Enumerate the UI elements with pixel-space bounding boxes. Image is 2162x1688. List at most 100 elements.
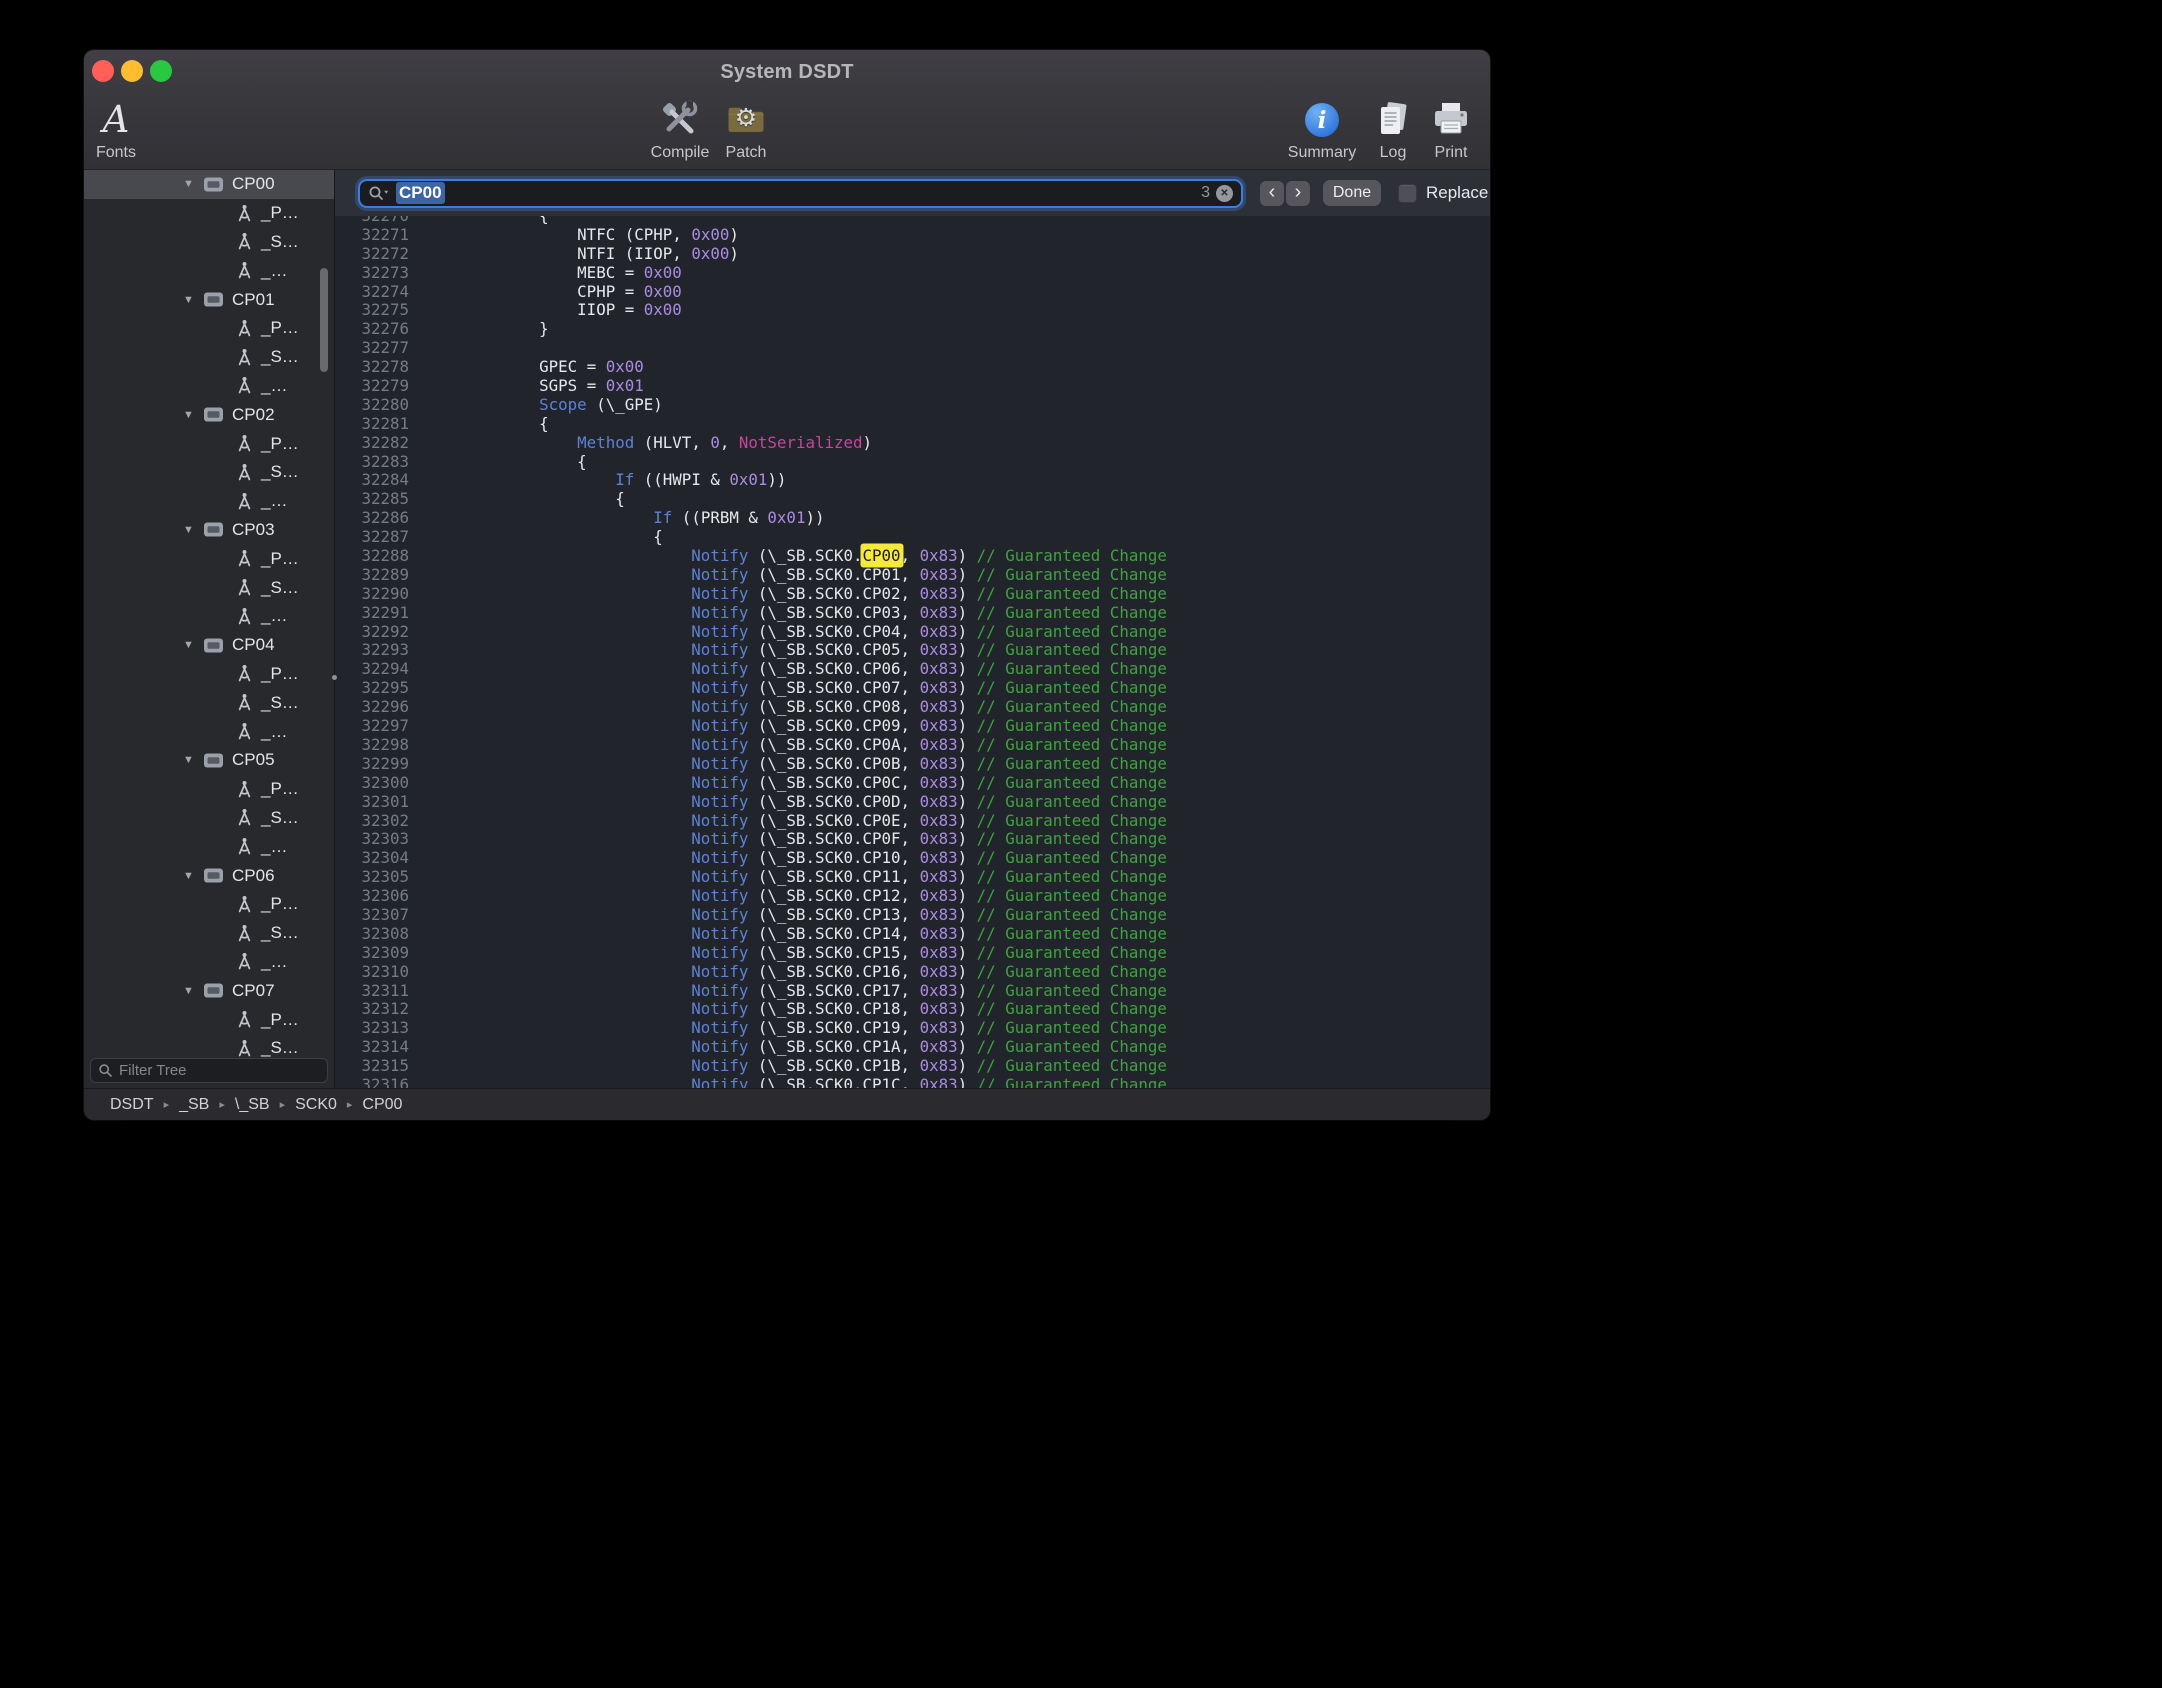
tree-item-_[interactable]: _… [84,832,334,861]
find-next-button[interactable]: › [1286,181,1310,206]
tree-item-_[interactable]: _… [84,717,334,746]
tree-item-cp01[interactable]: ▼CP01 [84,285,334,314]
scope-icon [203,406,224,423]
code-line: 32274 CPHP = 0x00 [335,283,1490,302]
tree-item-_s[interactable]: _S… [84,343,334,372]
tree-item-_s[interactable]: _S… [84,688,334,717]
disclosure-triangle-icon[interactable]: ▼ [182,870,195,882]
tree-item-cp07[interactable]: ▼CP07 [84,976,334,1005]
replace-checkbox[interactable] [1398,184,1417,203]
line-number: 32315 [335,1057,409,1076]
clear-search-button[interactable]: ✕ [1216,185,1233,202]
summary-button[interactable]: i Summary [1290,96,1354,162]
compass-icon [236,895,253,914]
breadcrumb-item[interactable]: \_SB [235,1096,270,1114]
tree-item-_s[interactable]: _S… [84,919,334,948]
code-token: NotSerialized [739,433,863,452]
tree-item-cp00[interactable]: ▼CP00 [84,170,334,199]
code-line: 32313 Notify (\_SB.SCK0.CP19, 0x83) // G… [335,1019,1490,1038]
tree-item-_[interactable]: _… [84,948,334,977]
find-previous-button[interactable]: ‹ [1260,181,1284,206]
tree-item-cp02[interactable]: ▼CP02 [84,400,334,429]
tree-item-_s[interactable]: _S… [84,458,334,487]
code-token: (\_SB.SCK0.CP1C, [748,1075,919,1088]
tree-item-cp03[interactable]: ▼CP03 [84,516,334,545]
tree-item-_[interactable]: _… [84,372,334,401]
code-token: 0x00 [606,357,644,376]
tree-item-_p[interactable]: _P… [84,199,334,228]
disclosure-triangle-icon[interactable]: ▼ [182,178,195,190]
code-line: 32275 IIOP = 0x00 [335,301,1490,320]
disclosure-triangle-icon[interactable]: ▼ [182,409,195,421]
disclosure-triangle-icon[interactable]: ▼ [182,639,195,651]
tree-item-_s[interactable]: _S… [84,804,334,833]
breadcrumb-item[interactable]: SCK0 [295,1096,337,1114]
breadcrumb-item[interactable]: _SB [179,1096,209,1114]
filter-tree-field[interactable]: Filter Tree [90,1058,328,1083]
title-bar[interactable]: System DSDT [84,50,1490,94]
code-editor[interactable]: 32270 {32271 NTFC (CPHP, 0x00)32272 NTFI… [335,216,1490,1088]
log-button[interactable]: Log [1361,96,1425,162]
code-token: ) [958,546,977,565]
disclosure-triangle-icon[interactable]: ▼ [182,985,195,997]
disclosure-triangle-icon[interactable]: ▼ [182,524,195,536]
code-text: Notify (\_SB.SCK0.CP15, 0x83) // Guarant… [409,944,1167,963]
code-token: // Guaranteed Change [977,886,1167,905]
compass-icon [236,808,253,827]
tree-item-_s[interactable]: _S… [84,228,334,257]
patch-button[interactable]: ⚙ Patch [714,96,778,162]
code-text: CPHP = 0x00 [409,283,682,302]
tree-item-_p[interactable]: _P… [84,775,334,804]
disclosure-triangle-icon[interactable]: ▼ [182,754,195,766]
tree-item-_p[interactable]: _P… [84,314,334,343]
tree-item-cp06[interactable]: ▼CP06 [84,861,334,890]
tree-item-label: _S… [261,808,299,828]
code-line: 32294 Notify (\_SB.SCK0.CP06, 0x83) // G… [335,660,1490,679]
code-token: Notify [691,811,748,830]
tree-item-_s[interactable]: _S… [84,573,334,602]
line-number: 32284 [335,471,409,490]
tree-item-_[interactable]: _… [84,256,334,285]
tree-item-_p[interactable]: _P… [84,429,334,458]
search-input[interactable]: CP00 [396,182,445,204]
code-token: 0x83 [920,962,958,981]
code-token: Notify [691,905,748,924]
code-token: 0x83 [920,584,958,603]
tree-item-_[interactable]: _… [84,487,334,516]
code-token: 0x83 [920,1018,958,1037]
code-token: MEBC = [577,263,644,282]
tree-item-cp05[interactable]: ▼CP05 [84,746,334,775]
line-number: 32275 [335,301,409,320]
done-button[interactable]: Done [1323,180,1381,206]
disclosure-triangle-icon[interactable]: ▼ [182,294,195,306]
fonts-button[interactable]: A Fonts [84,96,148,162]
tree-item-_p[interactable]: _P… [84,544,334,573]
code-token: CPHP = [577,282,644,301]
tree-item-label: _… [261,837,287,857]
line-number: 32299 [335,755,409,774]
code-token: Notify [691,999,748,1018]
print-button[interactable]: Print [1419,96,1483,162]
code-token: Notify [691,1075,748,1088]
tree-item-_p[interactable]: _P… [84,1005,334,1034]
line-number: 32286 [335,509,409,528]
tree-item-_p[interactable]: _P… [84,890,334,919]
code-token: 0x83 [920,905,958,924]
compile-button[interactable]: Compile [648,96,712,162]
code-text: SGPS = 0x01 [409,377,644,396]
tree-item-_[interactable]: _… [84,602,334,631]
breadcrumb-item[interactable]: CP00 [362,1096,402,1114]
editor-pane: CP00 3 ✕ ‹ › Done Replace 32270 {32271 [335,170,1490,1088]
sidebar-scrollbar-thumb[interactable] [320,268,328,372]
tree-item-_p[interactable]: _P… [84,660,334,689]
code-token: 0x00 [691,225,729,244]
tree-item-label: _S… [261,232,299,252]
tree-item-label: _P… [261,434,299,454]
tree-item-cp04[interactable]: ▼CP04 [84,631,334,660]
filter-tree-placeholder: Filter Tree [119,1062,187,1079]
code-text: Notify (\_SB.SCK0.CP12, 0x83) // Guarant… [409,887,1167,906]
code-token: ) [729,244,739,263]
breadcrumb-item[interactable]: DSDT [110,1096,154,1114]
search-field[interactable]: CP00 3 ✕ [358,179,1243,208]
code-line: 32316 Notify (\_SB.SCK0.CP1C, 0x83) // G… [335,1076,1490,1088]
